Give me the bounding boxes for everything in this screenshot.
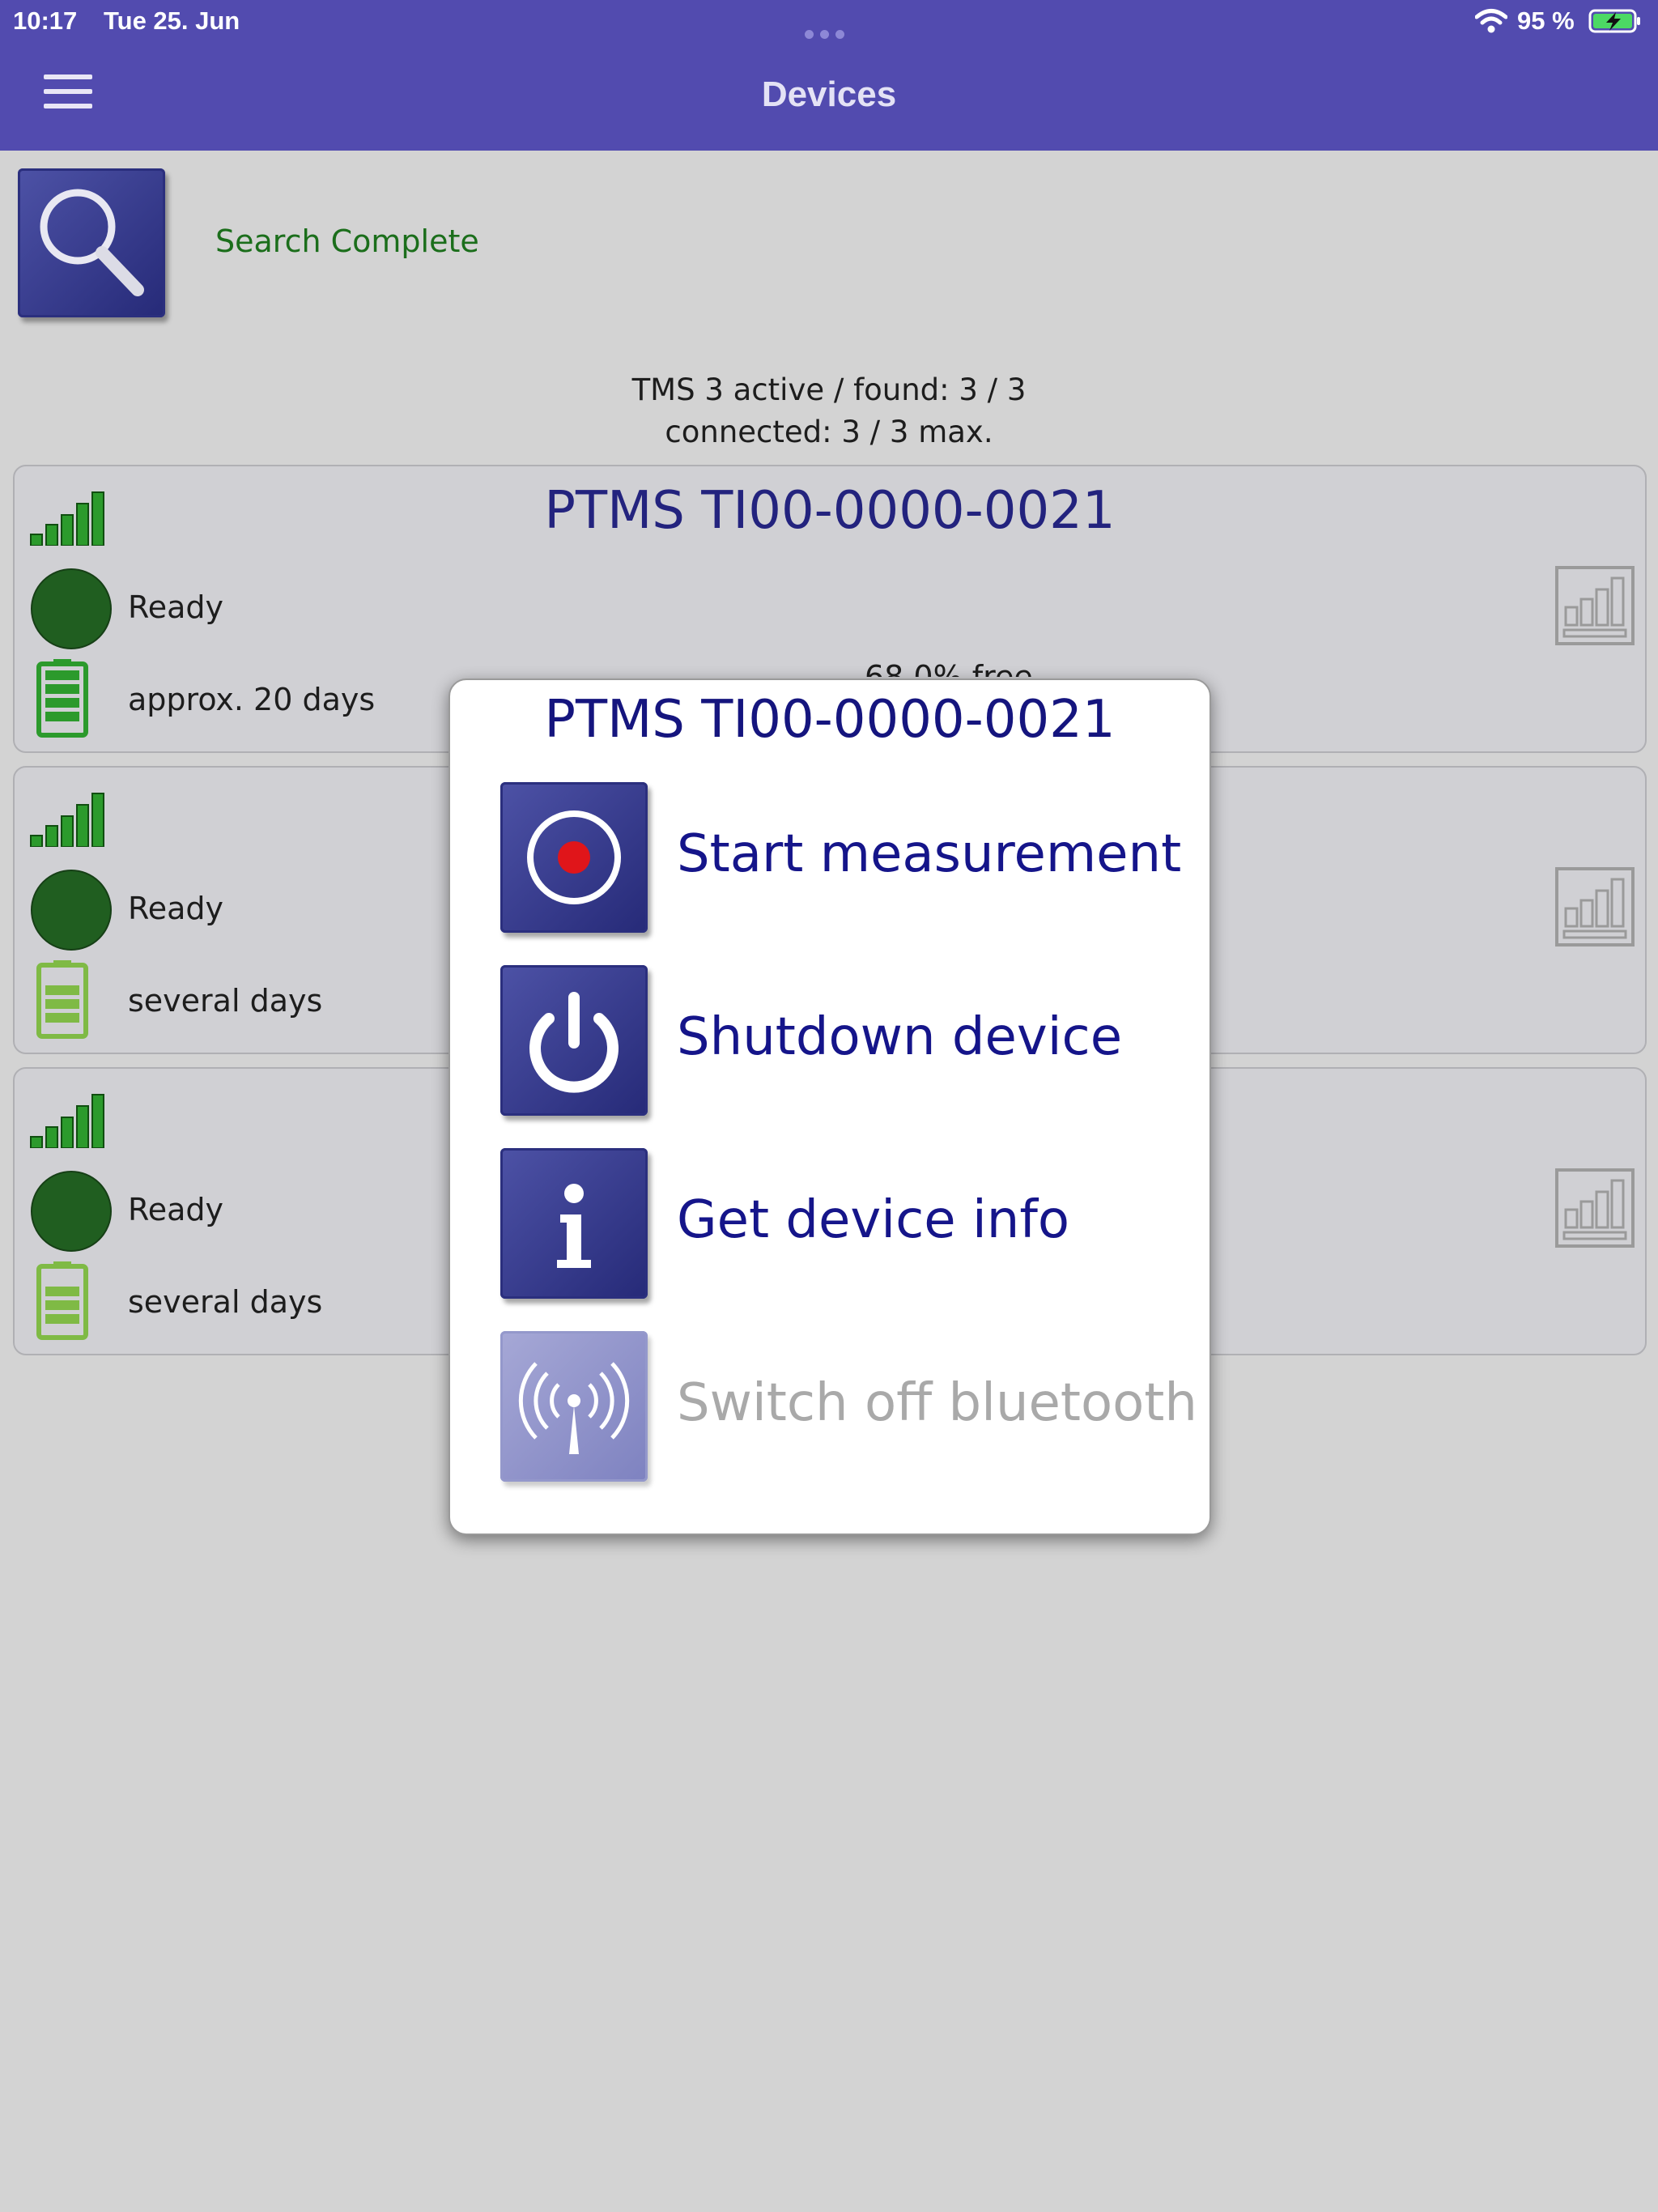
dialog-title: PTMS TI00-0000-0021 <box>544 690 1116 750</box>
battery-estimate: several days <box>128 1284 323 1320</box>
info-icon <box>500 1148 648 1299</box>
bar-chart-icon[interactable] <box>1554 866 1635 947</box>
battery-medium-icon <box>36 1261 88 1340</box>
switch-off-bluetooth-button[interactable]: Switch off bluetooth <box>500 1331 1197 1482</box>
status-date: Tue 25. Jun <box>104 6 240 35</box>
device-summary: TMS 3 active / found: 3 / 3 connected: 3… <box>0 369 1658 453</box>
status-indicator <box>31 1171 112 1252</box>
battery-charging-icon <box>1588 9 1640 33</box>
battery-estimate: several days <box>128 983 323 1019</box>
battery-estimate: approx. 20 days <box>128 682 376 717</box>
magnifier-icon <box>40 189 144 296</box>
device-status: Ready <box>128 1192 223 1227</box>
summary-connected: connected: 3 / 3 max. <box>665 415 993 449</box>
memory-free: 68.0% free <box>865 659 1033 677</box>
status-bar: 10:17 Tue 25. Jun 95 % <box>0 0 1658 42</box>
get-device-info-button[interactable]: Get device info <box>500 1148 1197 1299</box>
bluetooth-antenna-icon <box>500 1331 648 1482</box>
signal-strength-icon <box>30 491 104 546</box>
search-status: Search Complete <box>215 223 479 259</box>
device-action-dialog: PTMS TI00-0000-0021 Start measurement Sh… <box>449 678 1211 1535</box>
nav-bar: Devices <box>0 42 1658 151</box>
signal-strength-icon <box>30 793 104 847</box>
multitask-dots-icon[interactable] <box>805 16 853 39</box>
device-status: Ready <box>128 891 223 926</box>
status-indicator <box>31 568 112 649</box>
signal-strength-icon <box>30 1094 104 1148</box>
record-icon <box>500 782 648 933</box>
power-icon <box>500 965 648 1116</box>
battery-full-icon <box>36 659 88 738</box>
page-title: Devices <box>761 74 897 114</box>
action-label: Switch off bluetooth <box>677 1373 1197 1433</box>
status-time: 10:17 <box>13 6 78 35</box>
device-name: PTMS TI00-0000-0021 <box>544 481 1116 541</box>
device-status: Ready <box>128 589 223 625</box>
wifi-icon <box>1475 9 1507 33</box>
action-label: Start measurement <box>677 824 1182 884</box>
start-measurement-button[interactable]: Start measurement <box>500 782 1197 933</box>
summary-active-found: TMS 3 active / found: 3 / 3 <box>631 372 1027 407</box>
status-indicator <box>31 870 112 951</box>
battery-medium-icon <box>36 960 88 1039</box>
battery-percent: 95 % <box>1517 6 1575 35</box>
action-label: Shutdown device <box>677 1007 1123 1067</box>
shutdown-device-button[interactable]: Shutdown device <box>500 965 1197 1116</box>
bar-chart-icon[interactable] <box>1554 1168 1635 1249</box>
search-button[interactable] <box>18 168 165 317</box>
bar-chart-icon[interactable] <box>1554 565 1635 646</box>
action-label: Get device info <box>677 1190 1069 1250</box>
